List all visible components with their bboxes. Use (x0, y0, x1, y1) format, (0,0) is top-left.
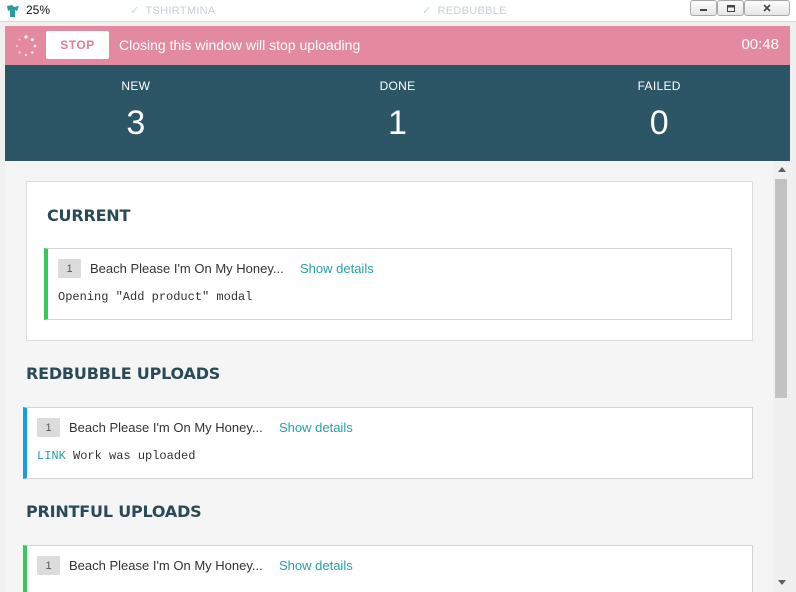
stat-value: 0 (649, 104, 669, 142)
stat-new: NEW 3 (5, 65, 267, 161)
show-details-link[interactable]: Show details (300, 261, 374, 276)
close-button[interactable] (744, 0, 790, 16)
scrollbar-thumb[interactable] (775, 179, 787, 398)
window-title: 25% (26, 3, 51, 17)
maximize-button[interactable] (717, 0, 744, 16)
section-title-redbubble: REDBUBBLE UPLOADS (26, 364, 221, 383)
scroll-down-button[interactable] (773, 576, 790, 588)
log-text: Work was uploaded (73, 449, 196, 463)
minimize-button[interactable] (690, 0, 717, 16)
upload-link[interactable]: LINK (37, 449, 66, 463)
section-title-current: CURRENT (47, 206, 131, 225)
stat-label: DONE (379, 79, 416, 93)
show-details-link[interactable]: Show details (279, 420, 353, 435)
item-title: Beach Please I'm On My Honey... (90, 261, 284, 276)
item-title: Beach Please I'm On My Honey... (69, 558, 263, 573)
background-tab-2: ✓ REDBUBBLE (422, 5, 507, 17)
printful-upload-item: 1 Beach Please I'm On My Honey... Show d… (23, 545, 753, 592)
background-tab-1: ✓ TSHIRTMINA (130, 5, 216, 17)
item-number: 1 (37, 418, 60, 437)
item-number: 1 (37, 556, 60, 575)
minimize-icon (699, 9, 707, 11)
stat-done: DONE 1 (267, 65, 529, 161)
window-titlebar: 25% ✓ TSHIRTMINA ✓ REDBUBBLE (0, 0, 796, 22)
item-title: Beach Please I'm On My Honey... (69, 420, 263, 435)
close-icon (763, 4, 771, 12)
item-log: LINK Work was uploaded (37, 449, 195, 463)
stat-value: 1 (388, 104, 407, 142)
stat-label: NEW (121, 79, 151, 93)
vertical-scrollbar[interactable] (773, 161, 790, 592)
stat-label: FAILED (637, 79, 681, 93)
show-details-link[interactable]: Show details (279, 558, 353, 573)
item-number: 1 (58, 259, 81, 278)
current-upload-item: 1 Beach Please I'm On My Honey... Show d… (44, 248, 732, 320)
scroll-down-icon (777, 579, 786, 585)
app-logo-icon (7, 5, 19, 17)
upload-timer: 00:48 (741, 36, 779, 53)
item-log: Opening "Add product" modal (58, 290, 253, 304)
maximize-icon (726, 4, 735, 12)
upload-stats: NEW 3 DONE 1 FAILED 0 (5, 65, 790, 161)
section-title-printful: PRINTFUL UPLOADS (26, 502, 202, 521)
uploads-panel: CURRENT 1 Beach Please I'm On My Honey..… (5, 161, 773, 592)
upload-warning-banner: STOP Closing this window will stop uploa… (5, 26, 790, 65)
stat-value: 3 (126, 104, 146, 142)
redbubble-upload-item: 1 Beach Please I'm On My Honey... Show d… (23, 407, 753, 479)
current-section: CURRENT 1 Beach Please I'm On My Honey..… (26, 181, 753, 341)
stop-button[interactable]: STOP (46, 31, 109, 59)
banner-message: Closing this window will stop uploading (119, 37, 361, 53)
scroll-up-button[interactable] (773, 163, 790, 175)
stat-failed: FAILED 0 (528, 65, 790, 161)
loading-spinner-icon (16, 35, 37, 57)
scroll-up-icon (777, 166, 786, 172)
